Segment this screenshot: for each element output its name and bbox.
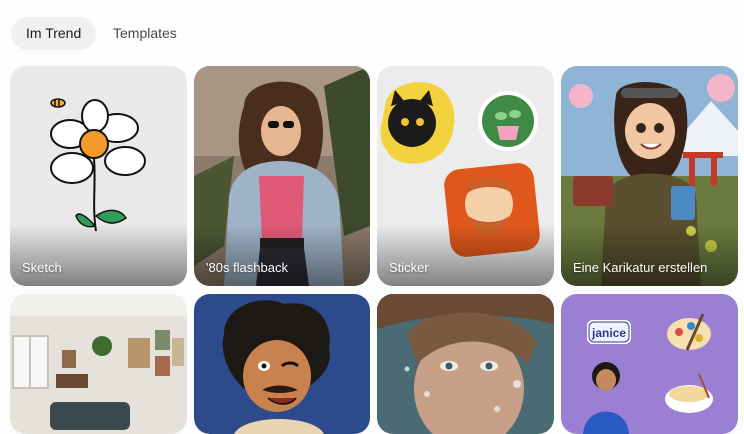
card-80s-flashback[interactable]: '80s flashback bbox=[194, 66, 370, 286]
card-label: '80s flashback bbox=[206, 260, 288, 275]
card-janice-stickers[interactable]: janice bbox=[561, 294, 738, 434]
card-label: Sticker bbox=[389, 260, 429, 275]
label-shade bbox=[561, 224, 738, 286]
portrait-water-photo bbox=[377, 294, 554, 434]
card-label: Sketch bbox=[22, 260, 62, 275]
card-sticker[interactable]: Sticker bbox=[377, 66, 554, 286]
card-living-room[interactable] bbox=[10, 294, 187, 434]
card-label: Eine Karikatur erstellen bbox=[573, 260, 708, 275]
cartoon-man-illustration bbox=[194, 294, 370, 434]
label-shade bbox=[194, 224, 370, 286]
category-tabs: Im Trend Templates bbox=[0, 0, 744, 66]
card-caricature[interactable]: Eine Karikatur erstellen bbox=[561, 66, 738, 286]
card-sketch[interactable]: Sketch bbox=[10, 66, 187, 286]
label-shade bbox=[377, 224, 554, 286]
label-shade bbox=[10, 224, 187, 286]
living-room-photo bbox=[10, 294, 187, 434]
janice-sticker-sheet: janice bbox=[561, 294, 738, 434]
card-cartoon-man[interactable] bbox=[194, 294, 370, 434]
janice-sticker-label: janice bbox=[591, 326, 626, 340]
tab-im-trend[interactable]: Im Trend bbox=[11, 17, 97, 50]
tab-templates[interactable]: Templates bbox=[98, 17, 192, 50]
card-water-portrait[interactable] bbox=[377, 294, 554, 434]
